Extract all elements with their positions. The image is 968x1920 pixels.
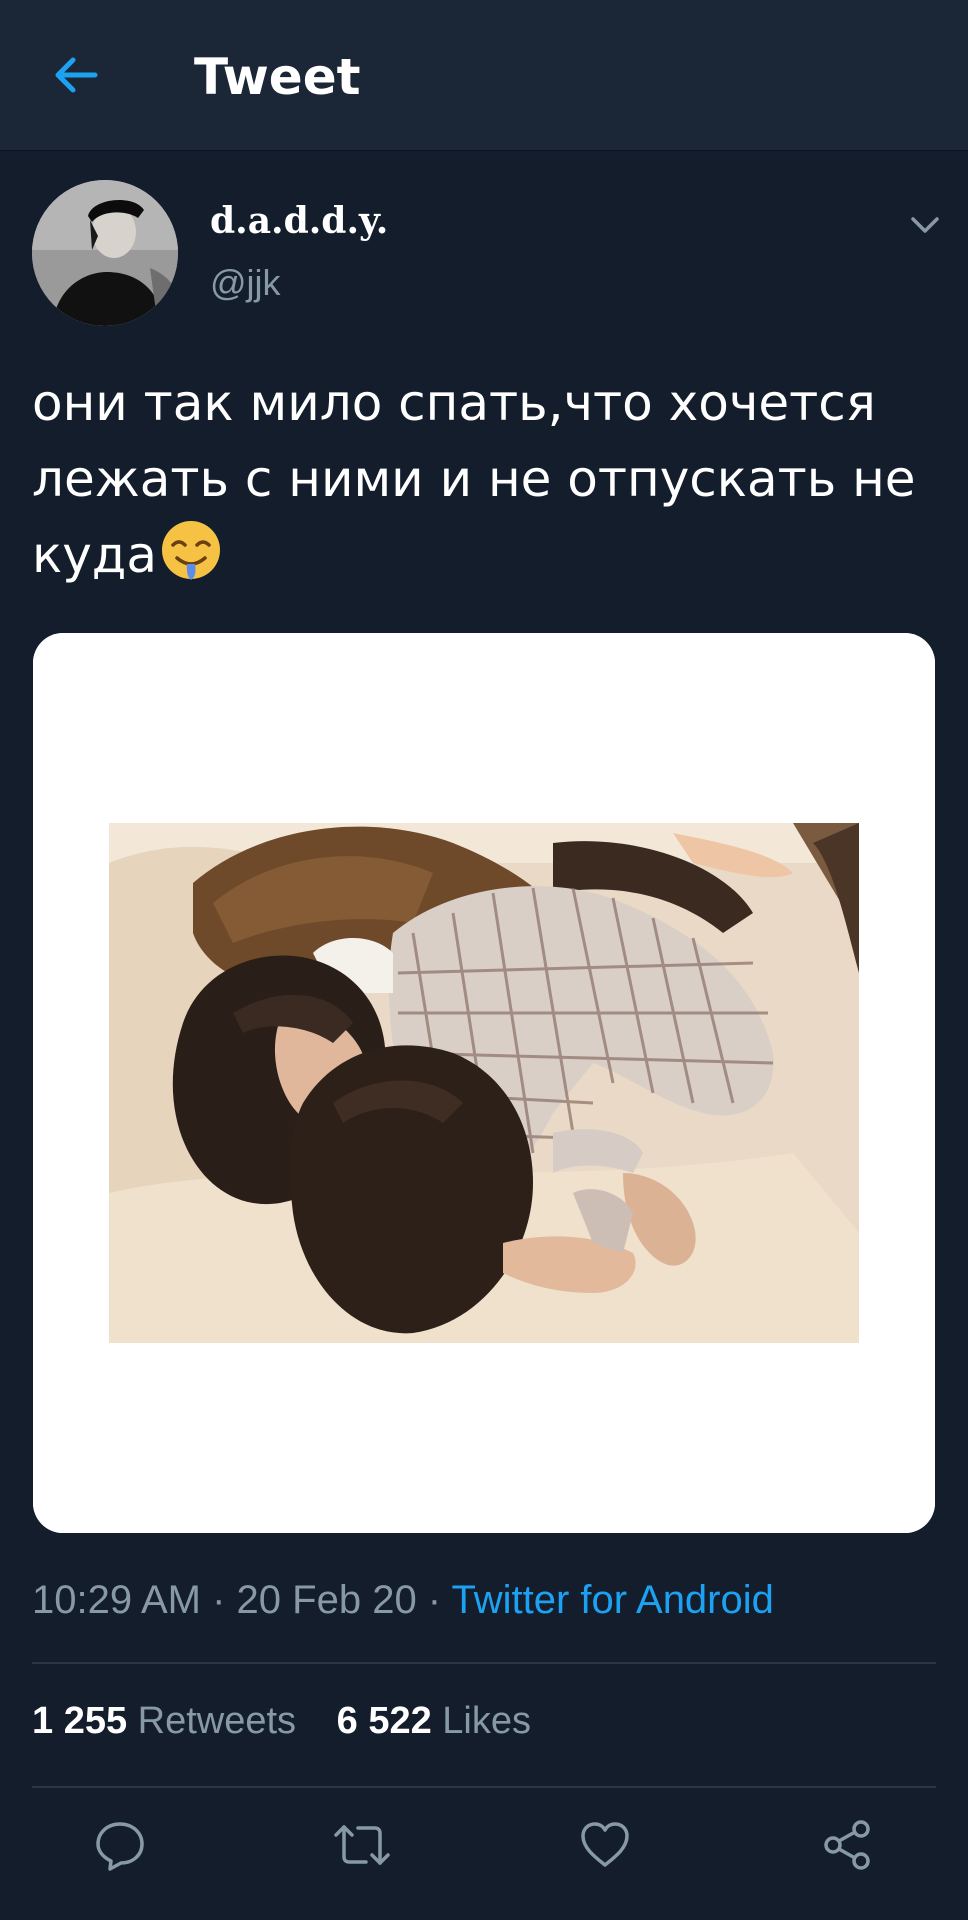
likes-stat[interactable]: 6 522 Likes: [337, 1700, 531, 1742]
avatar[interactable]: [32, 180, 178, 326]
reply-icon: [96, 1822, 144, 1871]
divider: [32, 1662, 936, 1664]
heart-icon: [581, 1822, 629, 1867]
top-app-bar: Tweet: [0, 0, 968, 151]
like-button[interactable]: [570, 1810, 640, 1880]
share-icon: [824, 1820, 870, 1870]
page-title: Tweet: [194, 48, 361, 106]
reply-button[interactable]: [85, 1810, 155, 1880]
divider: [32, 1786, 936, 1788]
drooling-face-emoji: [162, 521, 220, 580]
arrow-left-icon: [55, 57, 98, 93]
tweet-photo[interactable]: [33, 633, 935, 1533]
tweet-text: они так мило спать,что хочется лежать с …: [32, 365, 932, 593]
tweet-meta: 10:29 AM · 20 Feb 20 · Twitter for Andro…: [32, 1578, 774, 1623]
chevron-down-icon: [911, 217, 939, 233]
likes-count: 6 522: [336, 1700, 432, 1742]
tweet-stats: 1 255 Retweets 6 522 Likes: [32, 1700, 561, 1743]
back-button[interactable]: [40, 40, 110, 110]
display-name[interactable]: d.a.d.d.y.: [210, 200, 388, 242]
retweet-icon: [334, 1825, 390, 1865]
retweets-label: Retweets: [137, 1700, 297, 1742]
user-handle[interactable]: @jjk: [210, 262, 281, 304]
retweets-count: 1 255: [32, 1700, 128, 1742]
tweet-action-bar: [0, 1790, 968, 1900]
retweet-button[interactable]: [327, 1810, 397, 1880]
retweets-stat[interactable]: 1 255 Retweets: [32, 1700, 296, 1742]
photo-image: [33, 633, 935, 1533]
likes-label: Likes: [442, 1700, 531, 1742]
tweet-source-link[interactable]: Twitter for Android: [452, 1578, 774, 1622]
avatar-photo: [32, 180, 178, 326]
share-button[interactable]: [812, 1810, 882, 1880]
tweet-timestamp: 10:29 AM · 20 Feb 20 ·: [32, 1578, 452, 1622]
more-options-button[interactable]: [905, 205, 945, 245]
